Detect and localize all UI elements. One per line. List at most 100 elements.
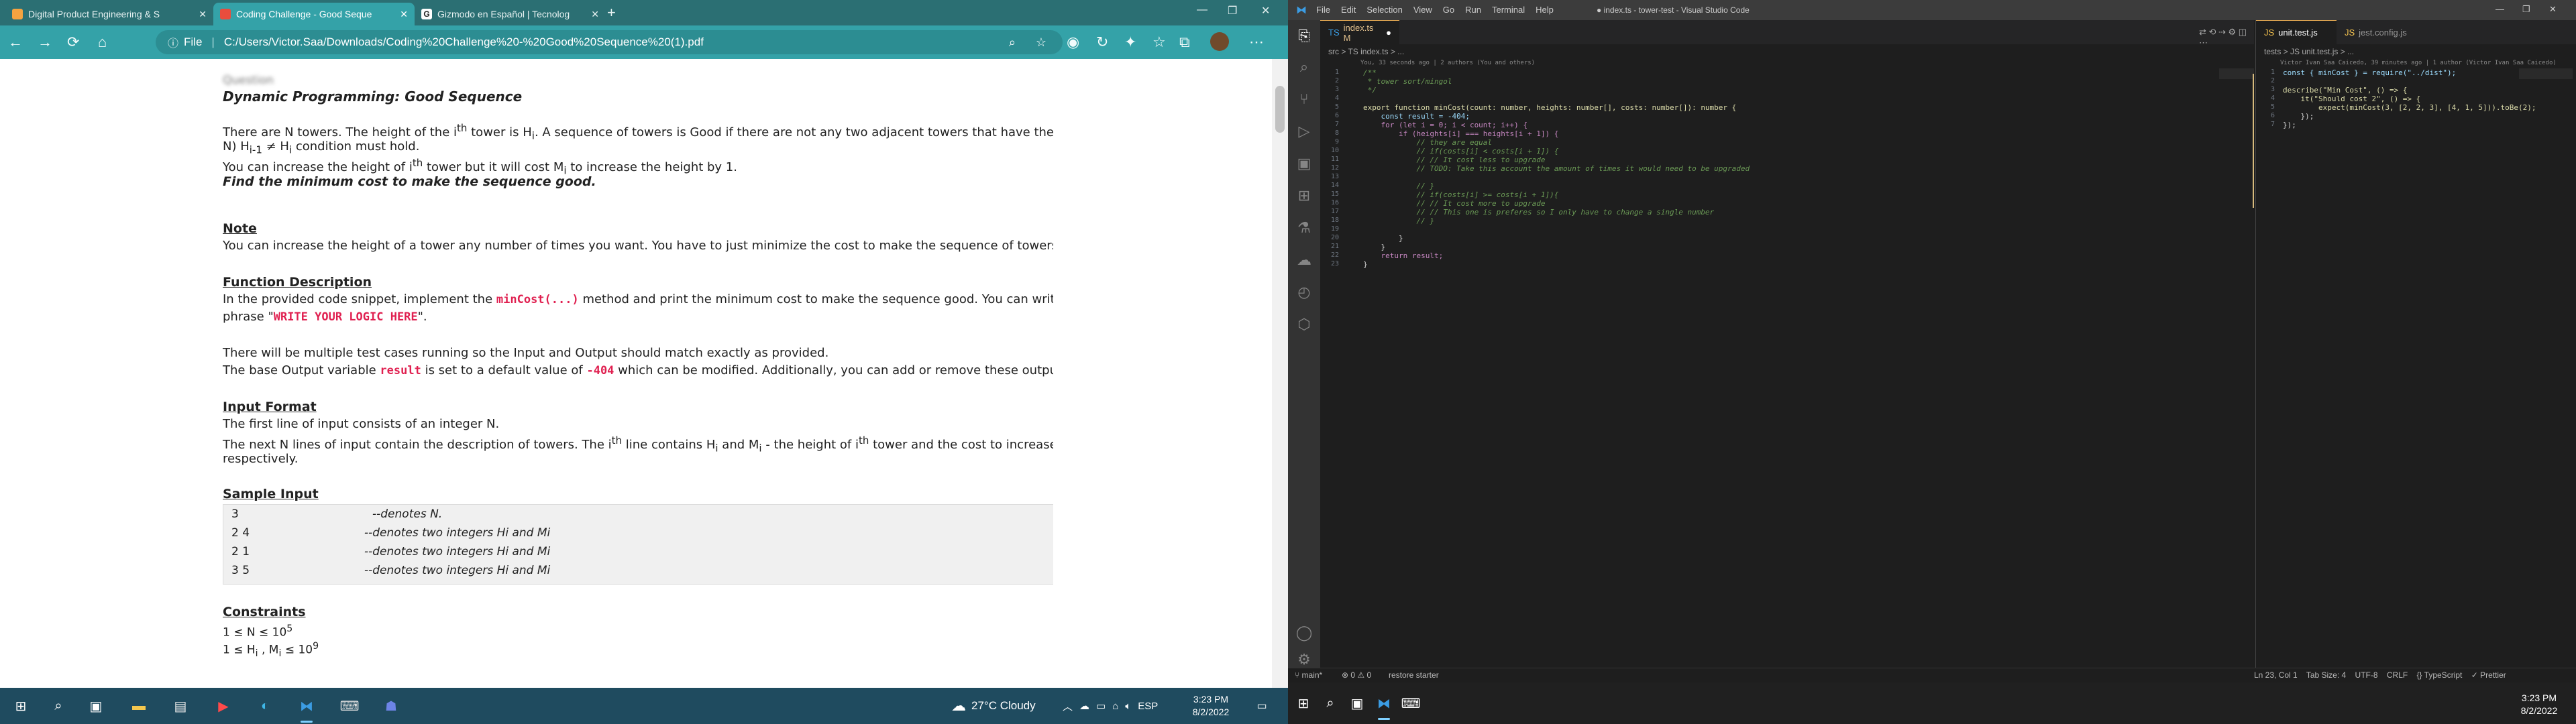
new-tab-icon[interactable]: + <box>607 4 616 21</box>
home-icon[interactable]: ⌂ <box>98 34 107 51</box>
back-icon[interactable]: ← <box>8 34 23 51</box>
address-bar[interactable]: ⓘ File | C:/Users/Victor.Saa/Downloads/C… <box>156 30 1063 54</box>
code-editor-left[interactable]: 1 /** 2 * tower sort/mingol 3 */ 4 5 export fu… <box>1320 68 2254 337</box>
code-line: const { minCost } = require("../dist"); <box>2283 68 2457 77</box>
browser-tab-digital[interactable]: Digital Product Engineering & S ✕ <box>5 3 213 25</box>
extension-grammar-icon[interactable]: ◉ <box>1067 34 1079 51</box>
menu-help[interactable]: Help <box>1536 5 1554 15</box>
minimap[interactable] <box>2219 68 2254 79</box>
breadcrumb[interactable]: tests > JS unit.test.js > ... <box>2264 47 2354 56</box>
menu-terminal[interactable]: Terminal <box>1492 5 1525 15</box>
task-view-icon[interactable]: ▣ <box>85 695 107 717</box>
code-line: return result; <box>1363 251 1444 260</box>
line-number: 2 <box>1334 77 1339 84</box>
editor-actions[interactable]: ⇄ ⟲ ⇢ ⚙ ◫ ⋯ <box>2199 27 2254 48</box>
browser-tab-gizmodo[interactable]: G Gizmodo en Español | Tecnolog ✕ <box>415 3 606 25</box>
manage-gear-icon[interactable]: ⚙ <box>1295 650 1313 669</box>
edge-icon[interactable]: ◐ <box>254 695 276 717</box>
forward-icon[interactable]: → <box>38 34 52 51</box>
address-prefix: File <box>184 36 203 48</box>
server-indicator[interactable]: restore starter <box>1389 670 1439 680</box>
vscode-taskbar-icon[interactable]: ⧓ <box>295 695 318 723</box>
refresh-icon[interactable]: ↻ <box>1096 34 1108 51</box>
favorites-icon[interactable]: ☆ <box>1152 34 1166 51</box>
minimize-icon[interactable]: — <box>2496 4 2504 14</box>
search-icon[interactable]: ⌕ <box>1295 58 1313 76</box>
windows-start-icon[interactable]: ⊞ <box>9 695 32 717</box>
menu-edit[interactable]: Edit <box>1341 5 1356 15</box>
taskbar-clock[interactable]: 3:23 PM 8/2/2022 <box>2509 692 2569 717</box>
close-window-icon[interactable]: ✕ <box>2549 4 2557 15</box>
pdf-scrollbar[interactable] <box>1272 59 1288 688</box>
file-explorer-icon[interactable]: ▬ <box>127 695 150 717</box>
task-view-icon[interactable]: ▣ <box>1346 692 1368 715</box>
doc-title: Dynamic Programming: Good Sequence <box>223 88 523 105</box>
reload-icon[interactable]: ⟳ <box>67 34 79 51</box>
testing-icon[interactable]: ⚗ <box>1295 219 1313 237</box>
terminal-icon[interactable]: ⌨ <box>338 695 361 717</box>
code-editor-right[interactable]: 1 const { minCost } = require("../dist");… <box>2256 68 2576 202</box>
unsaved-dot-icon[interactable]: ● <box>1386 27 1391 38</box>
volume-icon[interactable]: 🔈︎ <box>1125 701 1131 712</box>
taskbar-clock[interactable]: 3:23 PM 8/2/2022 <box>1181 693 1241 719</box>
source-control-icon[interactable]: ⑂ <box>1295 90 1313 109</box>
git-graph-icon[interactable]: ◴ <box>1295 283 1313 302</box>
youtube-icon[interactable]: ▶ <box>212 695 235 717</box>
editor-status[interactable]: Ln 23, Col 1 Tab Size: 4 UTF-8 CRLF {} T… <box>2254 670 2506 680</box>
more-menu-icon[interactable]: ⋯ <box>1249 34 1264 51</box>
tab-jest-config[interactable]: JS jest.config.js <box>2337 20 2417 44</box>
account-icon[interactable]: ◯ <box>1295 623 1313 642</box>
vscode-taskbar-icon[interactable]: ⧓ <box>1373 692 1395 720</box>
tab-unit-test[interactable]: JS unit.test.js <box>2256 20 2337 44</box>
scrollbar-thumb[interactable] <box>1275 86 1285 133</box>
settings-sync-icon[interactable]: ⬡ <box>1295 315 1313 334</box>
problems-indicator[interactable]: ⊗ 0 ⚠ 0 <box>1342 670 1371 680</box>
menu-file[interactable]: File <box>1316 5 1330 15</box>
run-debug-icon[interactable]: ▷ <box>1295 122 1313 141</box>
windows-taskbar-left: ⊞ ⌕ ▣ ▬ ▤ ▶ ◐ ⧓ ⌨ ☗ ☁ 27°C Cloudy ︿ ☁ ▭ ⌂… <box>0 688 1288 724</box>
battery-icon[interactable]: ▭ <box>1096 700 1106 712</box>
teams-icon[interactable]: ☗ <box>380 695 402 717</box>
tray-chevron-icon[interactable]: ︿ <box>1063 699 1073 713</box>
tab-index-ts[interactable]: TS index.ts M ● <box>1320 20 1399 44</box>
network-icon[interactable]: ⌂ <box>1112 701 1118 712</box>
tab-close-icon[interactable]: ✕ <box>400 9 408 20</box>
windows-start-icon[interactable]: ⊞ <box>1292 692 1315 715</box>
bookmark-star-icon[interactable]: ☆ <box>1036 36 1046 50</box>
function-text: In the provided code snippet, implement … <box>223 292 1053 306</box>
constraint-n: 1 ≤ N ≤ 105 <box>223 623 293 640</box>
typescript-file-icon: TS <box>1328 27 1340 38</box>
menu-selection[interactable]: Selection <box>1366 5 1402 15</box>
breadcrumb[interactable]: src > TS index.ts > ... <box>1328 47 1404 56</box>
tab-close-icon[interactable]: ✕ <box>591 9 599 20</box>
info-icon[interactable]: ⓘ <box>168 34 178 50</box>
terminal-icon[interactable]: ⌨ <box>1399 692 1422 715</box>
tab-close-icon[interactable]: ✕ <box>199 9 207 20</box>
remote-icon[interactable]: ▣ <box>1295 154 1313 173</box>
search-icon[interactable]: ⌕ <box>1319 692 1342 715</box>
extensions-icon[interactable]: ⊞ <box>1295 186 1313 205</box>
cloud-sync-icon[interactable]: ☁ <box>1079 700 1089 712</box>
maximize-icon[interactable]: ❐ <box>2522 4 2530 15</box>
notifications-icon[interactable]: ▭ <box>1250 695 1273 717</box>
language-indicator[interactable]: ESP <box>1138 701 1158 712</box>
collections-icon[interactable]: ⧉ <box>1179 34 1190 51</box>
search-icon[interactable]: ⌕ <box>47 695 70 717</box>
menu-view[interactable]: View <box>1413 5 1432 15</box>
zoom-icon[interactable]: ⌕ <box>1009 36 1016 50</box>
puzzle-icon[interactable]: ✦ <box>1124 34 1136 51</box>
branch-indicator[interactable]: ⑂ main* <box>1295 670 1322 680</box>
minimap[interactable] <box>2519 68 2573 79</box>
browser-tab-coding-challenge[interactable]: Coding Challenge - Good Seque ✕ <box>213 3 415 25</box>
maximize-icon[interactable]: ❐ <box>1228 4 1237 17</box>
minimize-icon[interactable]: — <box>1197 4 1208 16</box>
docker-icon[interactable]: ☁ <box>1295 251 1313 269</box>
menu-run[interactable]: Run <box>1465 5 1481 15</box>
profile-avatar[interactable] <box>1210 32 1229 51</box>
menu-bar: File Edit Selection View Go Run Terminal… <box>1316 5 1554 15</box>
menu-go[interactable]: Go <box>1443 5 1454 15</box>
explorer-icon[interactable]: ⎘ <box>1295 27 1313 46</box>
close-window-icon[interactable]: ✕ <box>1261 4 1270 17</box>
weather-widget[interactable]: ☁ 27°C Cloudy <box>951 688 1036 724</box>
store-icon[interactable]: ▤ <box>169 695 192 717</box>
